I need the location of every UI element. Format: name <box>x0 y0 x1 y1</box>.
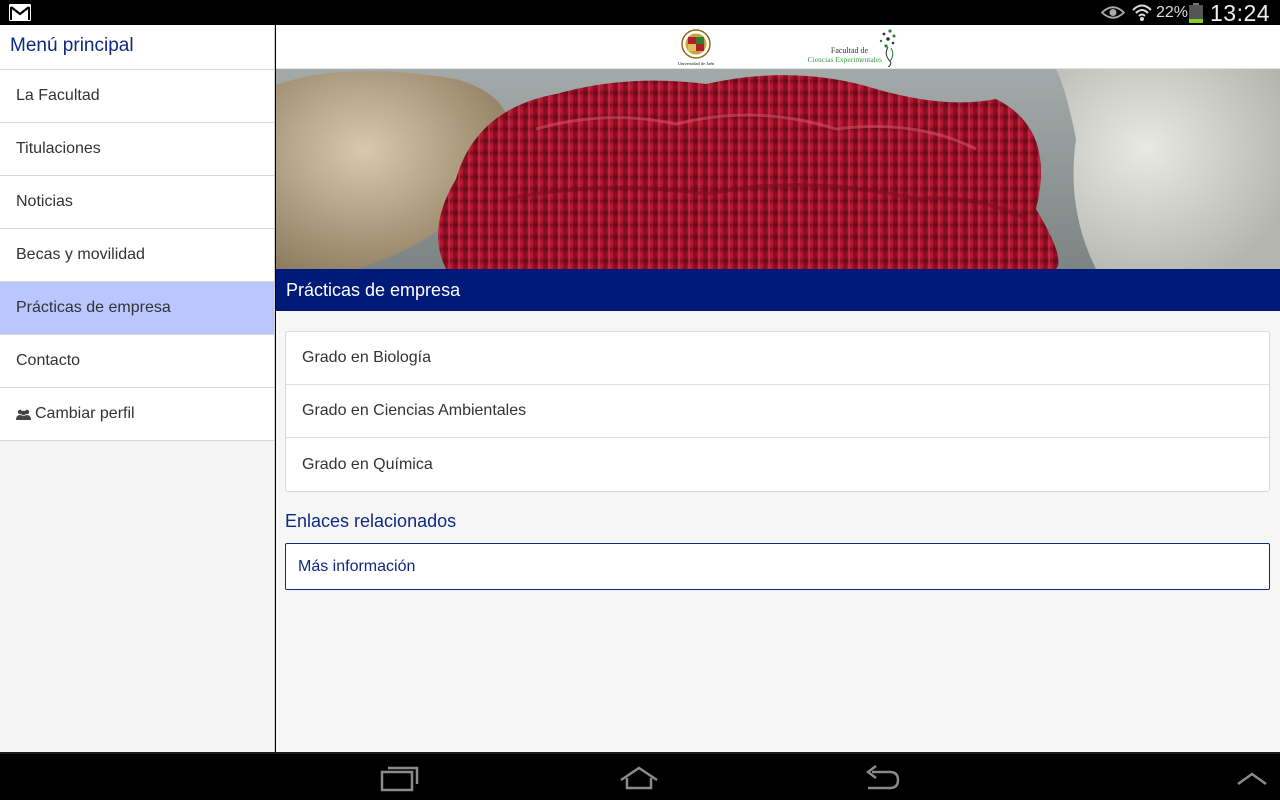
sidebar-item-label: Prácticas de empresa <box>16 299 171 316</box>
sidebar-header: Menú principal <box>0 25 274 70</box>
list-item-label: Grado en Biología <box>302 349 431 366</box>
people-icon <box>16 409 31 420</box>
eye-icon <box>1101 6 1125 19</box>
list-item-biologia[interactable]: Grado en Biología <box>286 332 1269 385</box>
degree-list: Grado en Biología Grado en Ciencias Ambi… <box>285 331 1270 492</box>
sidebar-item-label: Becas y movilidad <box>16 246 145 263</box>
faculty-logo-line1: Facultad de <box>831 46 869 55</box>
status-bar: 22% 13:24 <box>0 0 1280 26</box>
related-links-title: Enlaces relacionados <box>285 511 457 531</box>
logo-bar: Universidad de Jaén Facultad de Ciencias… <box>276 25 1280 69</box>
sidebar-item-label: Titulaciones <box>16 140 101 157</box>
navigation-bar <box>0 752 1280 800</box>
list-item-quimica[interactable]: Grado en Química <box>286 438 1269 491</box>
list-item-label: Grado en Química <box>302 455 433 473</box>
sidebar-item-cambiar-perfil[interactable]: Cambiar perfil <box>0 388 274 441</box>
home-icon[interactable] <box>619 764 659 792</box>
wifi-icon <box>1132 4 1152 21</box>
sidebar-item-label: La Facultad <box>16 87 100 104</box>
sidebar-item-label: Noticias <box>16 193 73 210</box>
recent-apps-icon[interactable] <box>380 764 420 792</box>
faculty-logo: Facultad de Ciencias Experimentales <box>808 29 896 67</box>
sidebar-item-contacto[interactable]: Contacto <box>0 335 274 388</box>
university-logo: Universidad de Jaén <box>678 29 715 66</box>
section-title-bar: Prácticas de empresa <box>276 269 1280 311</box>
sidebar-item-la-facultad[interactable]: La Facultad <box>0 70 274 123</box>
main-content: Universidad de Jaén Facultad de Ciencias… <box>276 25 1280 752</box>
sidebar: Menú principal La Facultad Titulaciones … <box>0 25 275 752</box>
more-info-link[interactable]: Más información <box>285 543 1270 590</box>
chevron-up-icon[interactable] <box>1234 764 1274 792</box>
sidebar-item-practicas[interactable]: Prácticas de empresa <box>0 282 274 335</box>
list-item-ciencias-ambientales[interactable]: Grado en Ciencias Ambientales <box>286 385 1269 438</box>
sidebar-item-noticias[interactable]: Noticias <box>0 176 274 229</box>
list-item-label: Grado en Ciencias Ambientales <box>302 402 527 419</box>
hero-image <box>276 69 1280 269</box>
clock: 13:24 <box>1210 0 1271 26</box>
battery-percent: 22% <box>1156 4 1189 21</box>
back-icon[interactable] <box>862 764 902 792</box>
faculty-logo-line2: Ciencias Experimentales <box>808 55 882 64</box>
battery-icon <box>1189 3 1203 23</box>
more-info-label: Más información <box>298 557 416 575</box>
university-logo-text: Universidad de Jaén <box>678 61 715 66</box>
sidebar-item-label: Contacto <box>16 352 81 369</box>
sidebar-title: Menú principal <box>10 35 134 56</box>
sidebar-item-label: Cambiar perfil <box>35 405 135 422</box>
sidebar-item-becas[interactable]: Becas y movilidad <box>0 229 274 282</box>
sidebar-item-titulaciones[interactable]: Titulaciones <box>0 123 274 176</box>
section-title: Prácticas de empresa <box>286 279 461 300</box>
gmail-icon <box>9 4 31 21</box>
